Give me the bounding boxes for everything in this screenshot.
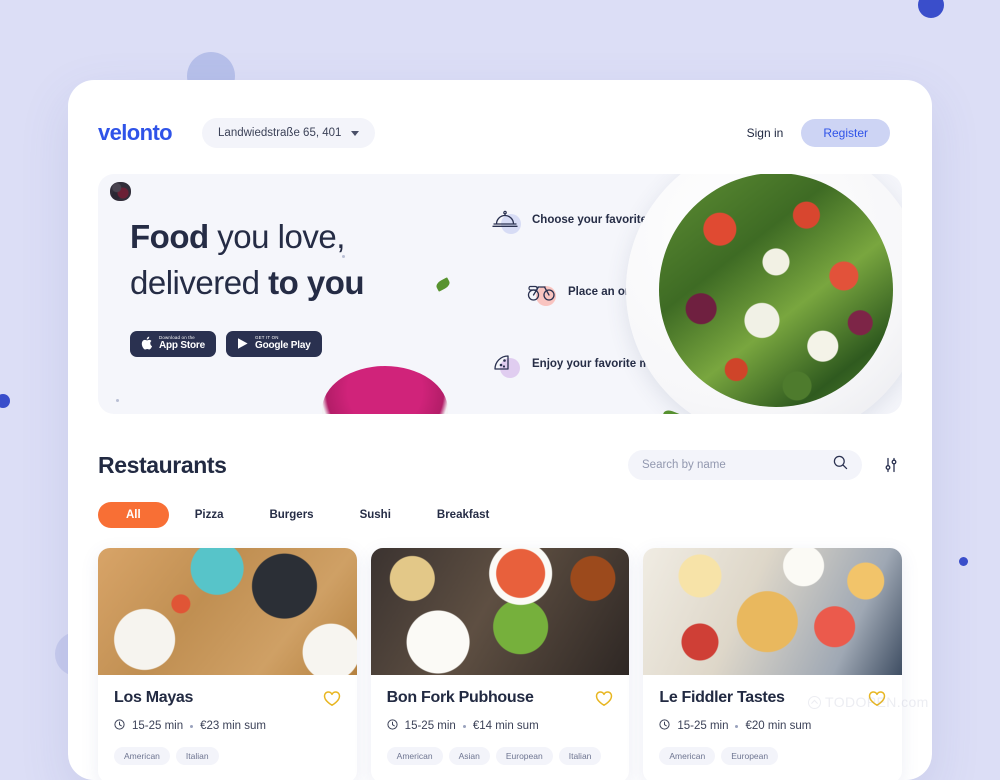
delivery-time: 15-25 min bbox=[404, 720, 456, 732]
category-tabs: All Pizza Burgers Sushi Breakfast bbox=[68, 502, 932, 528]
hero-title-rest-2: delivered bbox=[130, 263, 269, 301]
google-play-badge-text: GET IT ON Google Play bbox=[255, 336, 311, 351]
hero-dot-2 bbox=[116, 399, 119, 402]
hero-title-rest-1: you love, bbox=[208, 218, 345, 255]
hero-title: Food you love, delivered to you bbox=[130, 214, 365, 305]
delivery-time: 15-25 min bbox=[677, 720, 729, 732]
heart-icon[interactable] bbox=[323, 691, 341, 712]
min-order-sum: €14 min sum bbox=[472, 720, 539, 732]
restaurant-photo bbox=[98, 548, 357, 675]
search-icon[interactable] bbox=[833, 455, 848, 475]
restaurant-meta: 15-25 min €14 min sum bbox=[387, 719, 614, 733]
hero-title-word-toyou: to you bbox=[268, 263, 365, 301]
hero-banner: Food you love, delivered to you Download… bbox=[98, 174, 902, 414]
restaurant-card-top: Los Mayas bbox=[114, 689, 341, 712]
salad-shape bbox=[659, 174, 893, 407]
tab-all[interactable]: All bbox=[98, 502, 169, 528]
blackberry-decoration bbox=[110, 182, 131, 201]
restaurant-photo bbox=[643, 548, 903, 675]
google-play-badge[interactable]: GET IT ON Google Play bbox=[225, 331, 322, 357]
restaurant-card[interactable]: Bon Fork Pubhouse 15-25 min €14 min sum … bbox=[370, 548, 630, 780]
tab-breakfast[interactable]: Breakfast bbox=[417, 502, 509, 528]
clock-icon bbox=[659, 719, 670, 733]
address-selector[interactable]: Landwiedstraße 65, 401 bbox=[202, 118, 376, 148]
heart-icon[interactable] bbox=[868, 691, 886, 712]
restaurant-meta: 15-25 min €20 min sum bbox=[659, 719, 886, 733]
app-window: velonto Landwiedstraße 65, 401 Sign in R… bbox=[68, 80, 932, 780]
min-order-sum: €23 min sum bbox=[200, 720, 266, 732]
meta-separator bbox=[462, 724, 466, 728]
brand-logo[interactable]: velonto bbox=[98, 120, 173, 146]
tab-burgers[interactable]: Burgers bbox=[249, 502, 333, 528]
filter-sliders-icon[interactable] bbox=[880, 452, 902, 478]
meta-separator bbox=[190, 724, 194, 728]
pizza-slice-icon bbox=[491, 349, 521, 379]
restaurant-name: Bon Fork Pubhouse bbox=[386, 689, 534, 706]
restaurant-card[interactable]: Le Fiddler Tastes 15-25 min €20 min sum … bbox=[643, 548, 903, 780]
apple-icon bbox=[141, 336, 153, 352]
min-order-sum: €20 min sum bbox=[745, 720, 812, 732]
background-dot-right bbox=[959, 557, 968, 566]
app-store-badge-big: App Store bbox=[159, 340, 205, 352]
restaurant-card-list: Los Mayas 15-25 min €23 min sum American bbox=[68, 548, 932, 780]
restaurant-meta: 15-25 min €23 min sum bbox=[114, 719, 341, 733]
leaf-decoration-1 bbox=[434, 277, 452, 292]
google-play-badge-big: Google Play bbox=[254, 340, 311, 352]
restaurant-card-top: Le Fiddler Tastes bbox=[659, 689, 886, 712]
background-dot-left bbox=[0, 394, 10, 408]
google-play-icon bbox=[237, 337, 249, 352]
tab-pizza[interactable]: Pizza bbox=[175, 502, 244, 528]
hero-food-photo bbox=[626, 174, 902, 414]
search-box[interactable] bbox=[628, 450, 862, 480]
restaurant-card-body: Los Mayas 15-25 min €23 min sum American bbox=[98, 675, 357, 780]
sign-in-link[interactable]: Sign in bbox=[747, 126, 784, 140]
app-store-badge-text: Download on the App Store bbox=[159, 336, 205, 351]
food-dome-icon bbox=[491, 205, 521, 235]
chevron-down-icon bbox=[351, 130, 360, 136]
app-store-badge[interactable]: Download on the App Store bbox=[130, 331, 216, 357]
address-label: Landwiedstraße 65, 401 bbox=[218, 127, 342, 139]
restaurant-name: Los Mayas bbox=[114, 689, 194, 706]
restaurant-card-body: Bon Fork Pubhouse 15-25 min €14 min sum … bbox=[371, 675, 630, 780]
restaurant-photo bbox=[370, 548, 630, 675]
restaurant-card[interactable]: Los Mayas 15-25 min €23 min sum American bbox=[98, 548, 357, 780]
clock-icon bbox=[387, 719, 398, 733]
delivery-time: 15-25 min bbox=[132, 720, 184, 732]
background-dot-top-right bbox=[918, 0, 944, 18]
meta-separator bbox=[735, 724, 739, 728]
restaurants-header: Restaurants bbox=[68, 450, 932, 480]
tab-sushi[interactable]: Sushi bbox=[340, 502, 411, 528]
restaurant-name: Le Fiddler Tastes bbox=[659, 689, 785, 706]
page-title: Restaurants bbox=[98, 451, 227, 478]
site-header: velonto Landwiedstraße 65, 401 Sign in R… bbox=[68, 106, 932, 160]
restaurant-card-body: Le Fiddler Tastes 15-25 min €20 min sum … bbox=[643, 675, 902, 780]
store-badges: Download on the App Store GET IT ON Goog… bbox=[130, 331, 322, 357]
delivery-bike-icon bbox=[527, 277, 557, 307]
smoothie-bowl-decoration bbox=[322, 366, 448, 414]
search-input[interactable] bbox=[642, 459, 833, 471]
clock-icon bbox=[114, 719, 125, 733]
hero-title-word-food: Food bbox=[130, 218, 209, 255]
restaurant-card-top: Bon Fork Pubhouse bbox=[387, 689, 614, 712]
heart-icon[interactable] bbox=[595, 691, 613, 712]
register-button[interactable]: Register bbox=[801, 119, 890, 147]
